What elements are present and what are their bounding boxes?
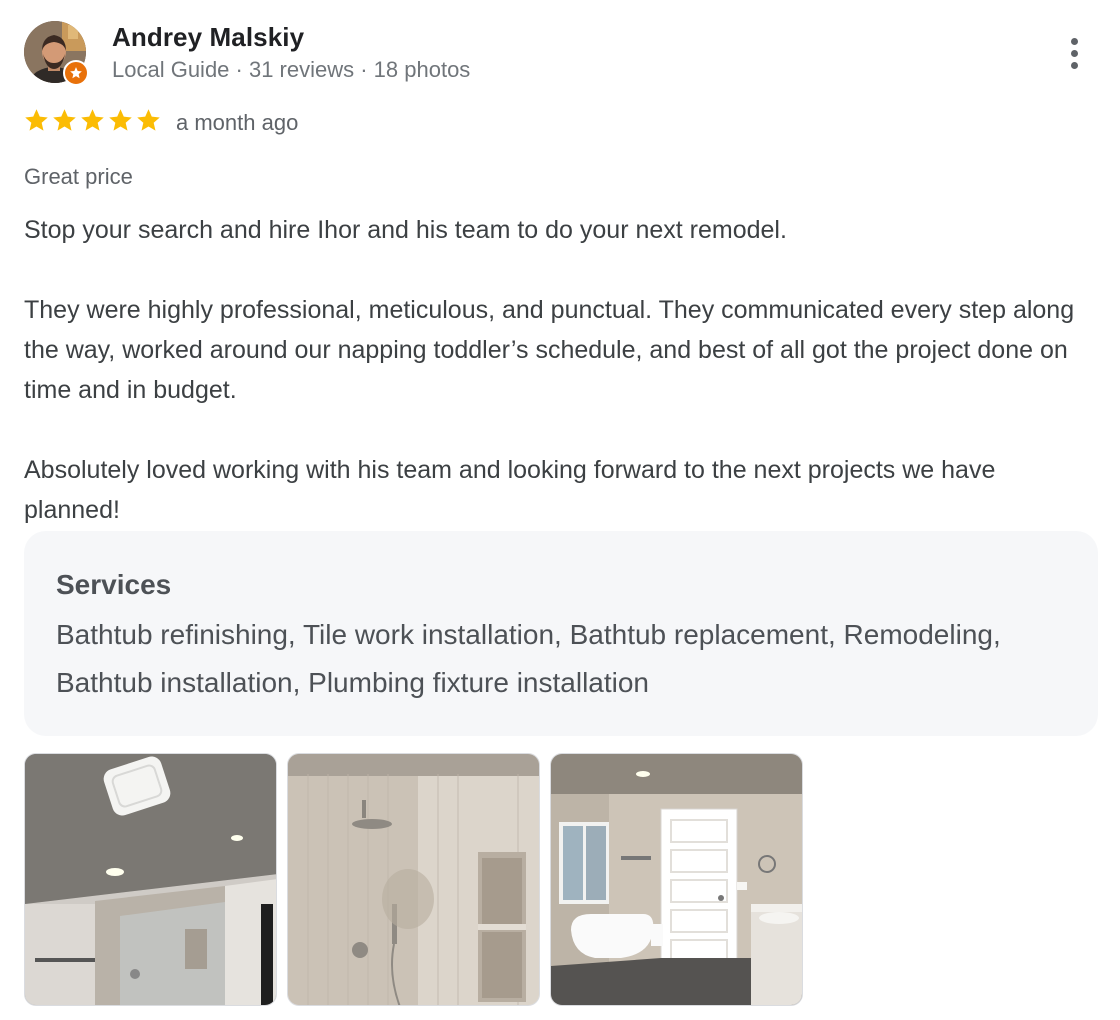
more-dot-icon: [1070, 49, 1078, 57]
review-paragraph: Stop your search and hire Ihor and his t…: [24, 216, 787, 244]
review-paragraph: Absolutely loved working with his team a…: [24, 456, 996, 524]
more-options-button[interactable]: [1056, 30, 1092, 76]
review-photo[interactable]: [287, 753, 540, 1006]
bathtub-door-photo: [551, 754, 802, 1005]
review-photos: [24, 753, 803, 1006]
review-card: Andrey Malskiy Local Guide · 31 reviews …: [0, 0, 1120, 1020]
author-avatar[interactable]: [24, 21, 89, 86]
star-icon: [53, 109, 76, 131]
review-highlight: Great price: [24, 164, 133, 189]
review-photo[interactable]: [550, 753, 803, 1006]
author-name[interactable]: Andrey Malskiy: [112, 22, 304, 53]
review-photo[interactable]: [24, 753, 277, 1006]
star-icon: [25, 109, 48, 131]
review-date: a month ago: [176, 110, 299, 135]
review-text: Stop your search and hire Ihor and his t…: [24, 210, 1094, 530]
star-icon: [109, 109, 132, 131]
local-guide-star-icon: [63, 60, 89, 86]
services-box: Services Bathtub refinishing, Tile work …: [24, 531, 1098, 736]
bathroom-ceiling-photo: [25, 754, 276, 1005]
star-icon: [137, 109, 160, 131]
star-icon: [81, 109, 104, 131]
author-meta[interactable]: Local Guide · 31 reviews · 18 photos: [112, 57, 470, 83]
services-title: Services: [56, 569, 172, 600]
more-dot-icon: [1070, 61, 1078, 69]
shower-niche-photo: [288, 754, 539, 1005]
more-dot-icon: [1070, 37, 1078, 45]
review-paragraph: They were highly professional, meticulou…: [24, 296, 1075, 404]
services-list: Bathtub refinishing, Tile work installat…: [56, 619, 1001, 698]
star-rating: [23, 107, 162, 134]
